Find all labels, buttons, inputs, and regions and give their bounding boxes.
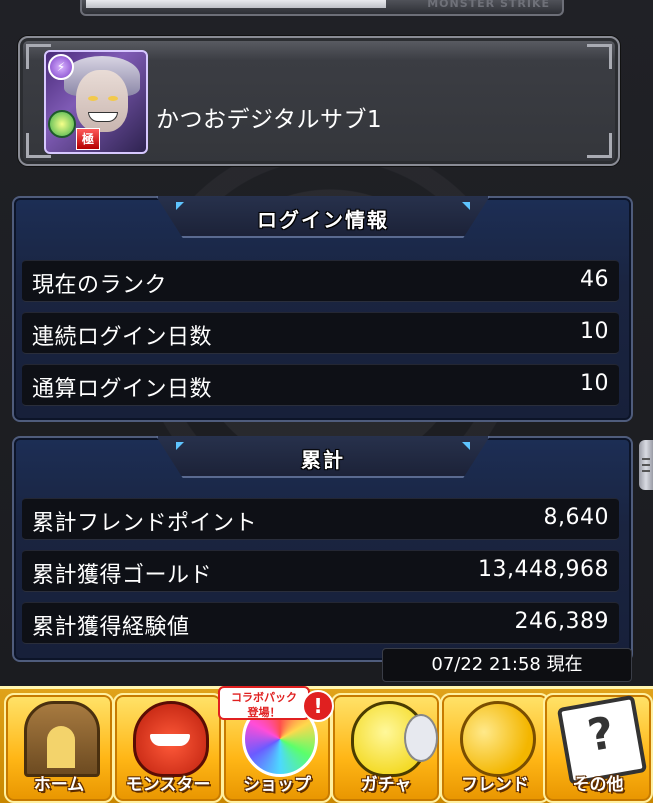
nav-label: その他 bbox=[572, 775, 624, 795]
gauge-icon bbox=[48, 110, 76, 138]
element-icon: ⚡ bbox=[48, 54, 74, 80]
nav-other-button[interactable]: その他 bbox=[543, 693, 653, 803]
nav-label: ホーム bbox=[33, 775, 85, 795]
frame-corner bbox=[587, 133, 612, 158]
monster-icon bbox=[133, 701, 209, 777]
home-gate-icon bbox=[24, 701, 100, 777]
stat-row: 累計獲得経験値 246,389 bbox=[22, 602, 619, 644]
frame-corner bbox=[587, 44, 612, 69]
totals-panel: 累計 累計フレンドポイント 8,640 累計獲得ゴールド 13,448,968 … bbox=[12, 436, 633, 662]
avatar[interactable]: ⚡ 極 bbox=[44, 50, 148, 154]
stat-row: 現在のランク 46 bbox=[22, 260, 619, 302]
nav-label: フレンド bbox=[461, 775, 529, 795]
stat-row: 累計フレンドポイント 8,640 bbox=[22, 498, 619, 540]
nav-label: ガチャ bbox=[360, 775, 412, 795]
stat-label: 連続ログイン日数 bbox=[32, 325, 213, 350]
top-banner: MONSTER STRIKE bbox=[80, 0, 564, 16]
alert-icon: ! bbox=[302, 690, 334, 722]
login-info-title: ログイン情報 bbox=[257, 208, 389, 232]
stat-value: 13,448,968 bbox=[478, 557, 609, 582]
avatar-eye bbox=[108, 96, 118, 101]
stat-value: 8,640 bbox=[543, 505, 609, 530]
stat-value: 46 bbox=[580, 267, 609, 292]
stat-row: 累計獲得ゴールド 13,448,968 bbox=[22, 550, 619, 592]
scroll-handle[interactable] bbox=[639, 440, 653, 490]
panel-header: 累計 bbox=[156, 436, 490, 478]
totals-title: 累計 bbox=[301, 448, 345, 472]
panel-header: ログイン情報 bbox=[156, 196, 490, 238]
timestamp: 07/22 21:58 現在 bbox=[382, 648, 632, 682]
stat-label: 現在のランク bbox=[32, 273, 168, 298]
nav-gacha-button[interactable]: ガチャ bbox=[331, 693, 441, 803]
nav-label: ショップ bbox=[243, 775, 311, 795]
stat-label: 累計フレンドポイント bbox=[32, 511, 258, 536]
rank-badge: 極 bbox=[76, 128, 100, 150]
nav-monster-button[interactable]: モンスター bbox=[113, 693, 223, 803]
nav-home-button[interactable]: ホーム bbox=[4, 693, 114, 803]
stat-value: 10 bbox=[580, 319, 609, 344]
top-banner-bar bbox=[86, 0, 386, 8]
stat-label: 累計獲得ゴールド bbox=[32, 563, 213, 588]
nav-label: モンスター bbox=[125, 775, 211, 795]
login-info-panel: ログイン情報 現在のランク 46 連続ログイン日数 10 通算ログイン日数 10 bbox=[12, 196, 633, 422]
stat-value: 10 bbox=[580, 371, 609, 396]
egg-icon bbox=[351, 701, 438, 777]
player-name: かつおデジタルサブ1 bbox=[156, 107, 383, 133]
collab-pack-badge[interactable]: コラボパック 登場！ bbox=[218, 686, 310, 720]
stat-row: 通算ログイン日数 10 bbox=[22, 364, 619, 406]
stat-label: 通算ログイン日数 bbox=[32, 377, 213, 402]
nav-friend-button[interactable]: フレンド bbox=[440, 693, 550, 803]
profile-panel: ⚡ 極 かつおデジタルサブ1 bbox=[18, 36, 620, 166]
friend-balloon-icon bbox=[460, 701, 536, 777]
top-logo: MONSTER STRIKE bbox=[427, 0, 550, 10]
avatar-face bbox=[76, 70, 128, 132]
stat-value: 246,389 bbox=[514, 609, 609, 634]
avatar-eye bbox=[88, 96, 98, 101]
stat-label: 累計獲得経験値 bbox=[32, 615, 190, 640]
stat-row: 連続ログイン日数 10 bbox=[22, 312, 619, 354]
